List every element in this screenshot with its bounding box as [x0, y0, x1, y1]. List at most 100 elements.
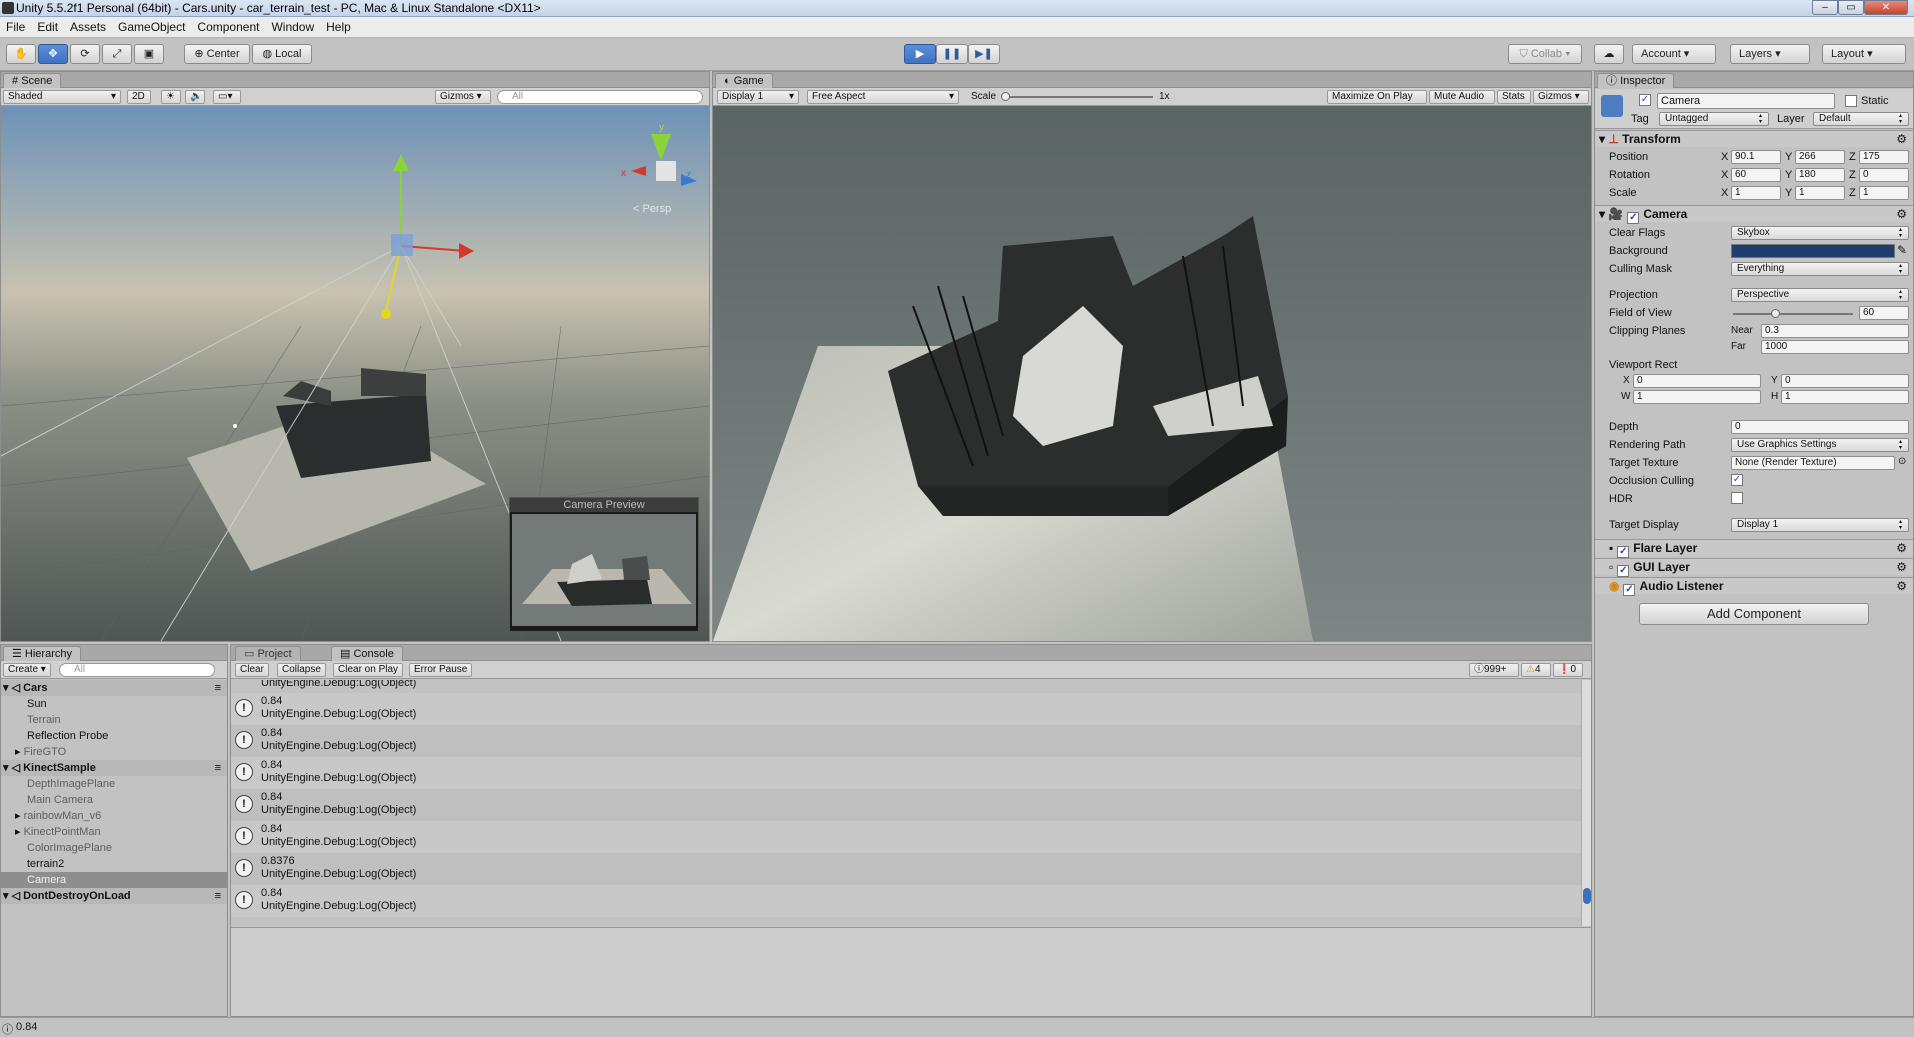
- rendering-path-dropdown[interactable]: Use Graphics Settings: [1731, 438, 1909, 452]
- hierarchy-search-input[interactable]: All: [59, 663, 215, 677]
- tab-console[interactable]: ▤ Console: [331, 646, 403, 661]
- camera-enabled-checkbox[interactable]: ✓: [1627, 212, 1640, 224]
- aspect-dropdown[interactable]: Free Aspect ▾: [807, 90, 959, 104]
- hierarchy-scene[interactable]: ▾ ◁ DontDestroyOnLoad ≡: [1, 888, 227, 904]
- hierarchy-item[interactable]: Main Camera: [1, 792, 227, 808]
- scale-slider[interactable]: [1001, 92, 1153, 101]
- hierarchy-item[interactable]: ColorImagePlane: [1, 840, 227, 856]
- scale-tool-icon[interactable]: ⤢: [102, 44, 132, 64]
- 2d-toggle[interactable]: 2D: [127, 90, 151, 104]
- flare-layer-header[interactable]: ▪ ✓ Flare Layer ⚙: [1595, 539, 1913, 558]
- scale-y-field[interactable]: 1: [1795, 186, 1845, 200]
- hierarchy-item[interactable]: Sun: [1, 696, 227, 712]
- flare-layer-checkbox[interactable]: ✓: [1617, 546, 1630, 558]
- hierarchy-item[interactable]: Terrain: [1, 712, 227, 728]
- add-component-button[interactable]: Add Component: [1639, 603, 1869, 625]
- scene-search-input[interactable]: All: [497, 90, 703, 104]
- shading-mode-dropdown[interactable]: Shaded ▾: [3, 90, 121, 104]
- move-tool-icon[interactable]: ✥: [38, 44, 68, 64]
- minimize-button[interactable]: –: [1812, 0, 1838, 15]
- gui-layer-checkbox[interactable]: ✓: [1617, 565, 1630, 577]
- transform-header[interactable]: ▾ ⊥ Transform ⚙: [1595, 130, 1913, 147]
- menu-component[interactable]: Component: [191, 17, 265, 38]
- status-text[interactable]: 0.84: [16, 1021, 37, 1033]
- viewport-x-field[interactable]: 0: [1633, 374, 1761, 388]
- settings-gear-icon[interactable]: ⚙: [1896, 540, 1907, 556]
- clear-flags-dropdown[interactable]: Skybox: [1731, 226, 1909, 240]
- menu-gameobject[interactable]: GameObject: [112, 17, 191, 38]
- persp-label[interactable]: < Persp: [633, 203, 671, 215]
- target-display-dropdown[interactable]: Display 1: [1731, 518, 1909, 532]
- settings-gear-icon[interactable]: ⚙: [1896, 559, 1907, 575]
- fov-slider-thumb[interactable]: [1771, 309, 1780, 318]
- scene-fold-icon[interactable]: ▾ ◁: [3, 682, 23, 694]
- play-button[interactable]: ▶: [904, 44, 936, 64]
- console-entry[interactable]: ! 0.84 UnityEngine.Debug:Log(Object): [231, 885, 1581, 917]
- hierarchy-scene[interactable]: ▾ ◁ KinectSample ≡: [1, 760, 227, 776]
- near-field[interactable]: 0.3: [1761, 324, 1909, 338]
- menu-assets[interactable]: Assets: [64, 17, 112, 38]
- hierarchy-item[interactable]: terrain2: [1, 856, 227, 872]
- collab-button[interactable]: ⛉ Collab ▾: [1508, 44, 1582, 64]
- object-picker-icon[interactable]: ⊙: [1898, 456, 1906, 467]
- scene-gizmos-dropdown[interactable]: Gizmos ▾: [435, 90, 491, 104]
- effects-icon[interactable]: ▭▾: [213, 90, 241, 104]
- scene-fold-icon[interactable]: ▾ ◁: [3, 762, 23, 774]
- lighting-icon[interactable]: ☀: [161, 90, 181, 104]
- layers-dropdown[interactable]: Layers ▾: [1730, 44, 1810, 64]
- hierarchy-item[interactable]: ▸ FireGTO: [1, 744, 227, 760]
- position-x-field[interactable]: 90.1: [1731, 150, 1781, 164]
- viewport-w-field[interactable]: 1: [1633, 390, 1761, 404]
- close-button[interactable]: ✕: [1864, 0, 1908, 15]
- occlusion-culling-checkbox[interactable]: ✓: [1731, 474, 1743, 486]
- console-scrollbar-thumb[interactable]: [1583, 888, 1591, 904]
- scene-menu-icon[interactable]: ≡: [215, 888, 221, 904]
- rotation-y-field[interactable]: 180: [1795, 168, 1845, 182]
- eyedropper-icon[interactable]: ✎: [1897, 243, 1907, 257]
- scale-slider-thumb[interactable]: [1001, 92, 1010, 101]
- error-filter-toggle[interactable]: ❗0: [1553, 663, 1583, 677]
- error-pause-toggle[interactable]: Error Pause: [409, 663, 473, 677]
- hierarchy-item[interactable]: Reflection Probe: [1, 728, 227, 744]
- position-z-field[interactable]: 175: [1859, 150, 1909, 164]
- stats-toggle[interactable]: Stats: [1497, 90, 1531, 104]
- tab-project[interactable]: ▭ Project: [235, 646, 301, 661]
- hand-tool-icon[interactable]: ✋: [6, 44, 36, 64]
- clear-on-play-toggle[interactable]: Clear on Play: [333, 663, 404, 677]
- menu-window[interactable]: Window: [265, 17, 320, 38]
- step-button[interactable]: ▶❚: [968, 44, 1000, 64]
- scene-menu-icon[interactable]: ≡: [215, 760, 221, 776]
- rotation-x-field[interactable]: 60: [1731, 168, 1781, 182]
- mute-audio-toggle[interactable]: Mute Audio: [1429, 90, 1495, 104]
- projection-dropdown[interactable]: Perspective: [1731, 288, 1909, 302]
- audio-listener-header[interactable]: ◉ ✓ Audio Listener ⚙: [1595, 577, 1913, 596]
- object-name-field[interactable]: Camera: [1657, 93, 1835, 109]
- hierarchy-scene[interactable]: ▾ ◁ Cars ≡: [1, 680, 227, 696]
- pivot-center-button[interactable]: ⊕ Center: [184, 44, 250, 64]
- fold-closed-icon[interactable]: ▸: [15, 810, 24, 822]
- viewport-y-field[interactable]: 0: [1781, 374, 1909, 388]
- console-entry[interactable]: ! 0.8376 UnityEngine.Debug:Log(Object): [231, 853, 1581, 885]
- pause-button[interactable]: ❚❚: [936, 44, 968, 64]
- rect-tool-icon[interactable]: ▣: [134, 44, 164, 64]
- tab-scene[interactable]: # Scene: [3, 73, 62, 88]
- console-entry[interactable]: ! 0.84 UnityEngine.Debug:Log(Object): [231, 725, 1581, 757]
- scene-menu-icon[interactable]: ≡: [215, 680, 221, 696]
- display-dropdown[interactable]: Display 1 ▾: [717, 90, 799, 104]
- scale-z-field[interactable]: 1: [1859, 186, 1909, 200]
- far-field[interactable]: 1000: [1761, 340, 1909, 354]
- tab-game[interactable]: ◐ Game: [715, 73, 773, 88]
- clear-button[interactable]: Clear: [235, 663, 269, 677]
- hierarchy-item[interactable]: Camera: [1, 872, 227, 888]
- scene-fold-icon[interactable]: ▾ ◁: [3, 890, 23, 902]
- cloud-icon[interactable]: ☁: [1594, 44, 1624, 64]
- menu-edit[interactable]: Edit: [31, 17, 64, 38]
- menu-file[interactable]: File: [0, 17, 31, 38]
- gui-layer-header[interactable]: ▫ ✓ GUI Layer ⚙: [1595, 558, 1913, 577]
- audio-icon[interactable]: 🔈: [185, 90, 205, 104]
- camera-component-header[interactable]: ▾ 🎥 ✓ Camera ⚙: [1595, 205, 1913, 224]
- collapse-toggle[interactable]: Collapse: [277, 663, 326, 677]
- console-entry[interactable]: ! 0.84 UnityEngine.Debug:Log(Object): [231, 693, 1581, 725]
- maximize-on-play-toggle[interactable]: Maximize On Play: [1327, 90, 1427, 104]
- hierarchy-item[interactable]: DepthImagePlane: [1, 776, 227, 792]
